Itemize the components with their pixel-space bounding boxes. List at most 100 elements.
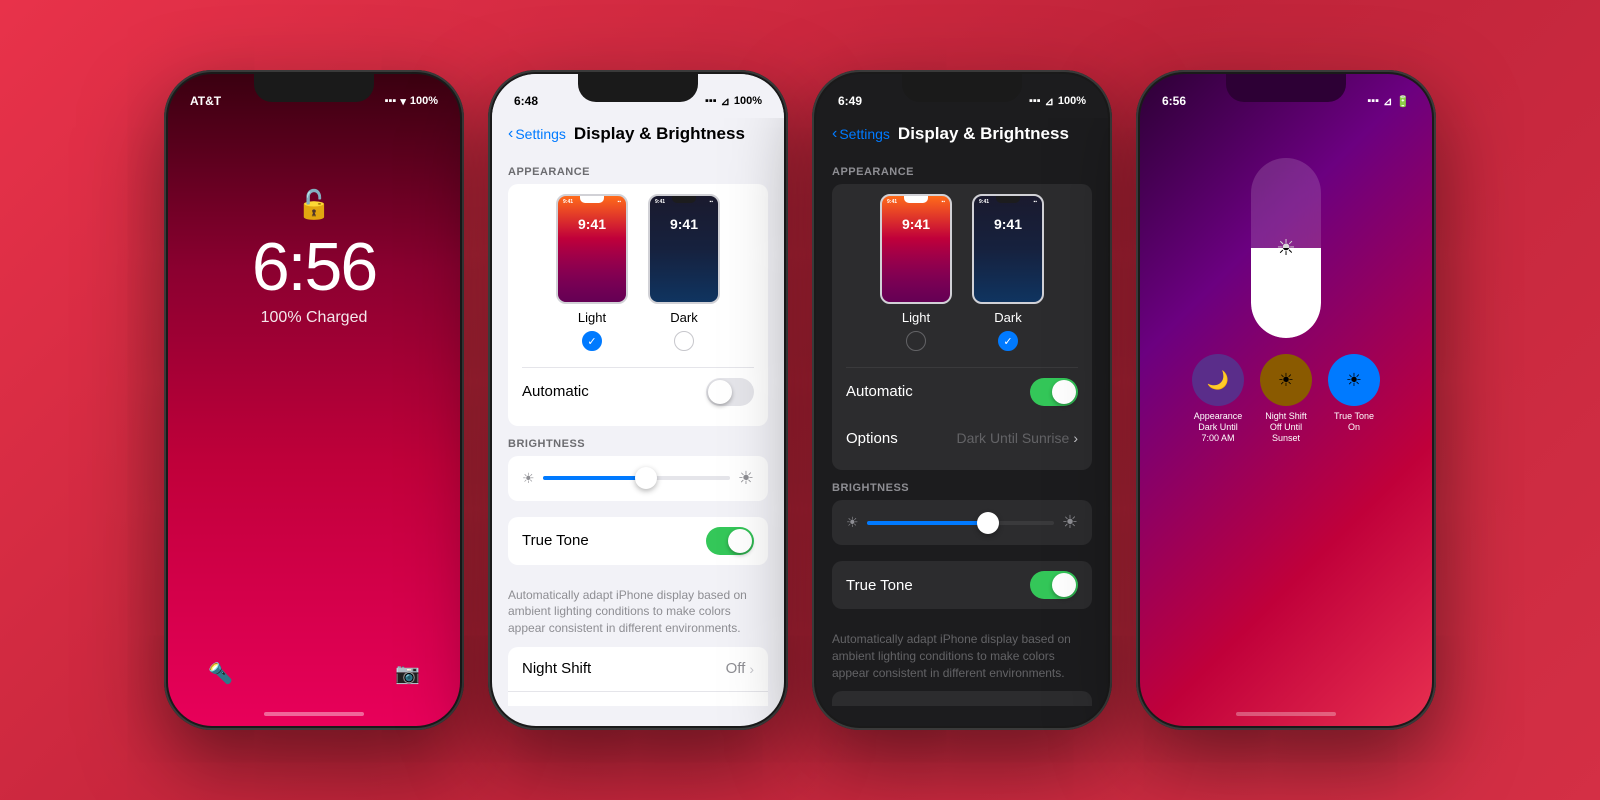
- lock-icon: 🔓: [297, 188, 332, 221]
- cc-nightshift-label: Night ShiftOff Until Sunset: [1256, 411, 1316, 443]
- flashlight-icon[interactable]: 🔦: [208, 661, 233, 686]
- brightness-fill: [1251, 248, 1321, 338]
- light-thumbnail-dark: 9:41▪▪ 9:41: [880, 194, 952, 304]
- options-chevron: ›: [1073, 430, 1078, 446]
- notch-4: [1226, 74, 1346, 102]
- automatic-label: Automatic: [522, 383, 589, 400]
- dark-thumbnail: 9:41▪▪ 9:41: [648, 194, 720, 304]
- autolock-value: 1 Minute: [688, 705, 746, 706]
- thumb-time-d2: 9:41: [882, 216, 950, 232]
- home-bar-4: [1236, 712, 1336, 716]
- automatic-label-dark: Automatic: [846, 383, 913, 400]
- cc-nightshift-button[interactable]: ☀ Night ShiftOff Until Sunset: [1256, 354, 1316, 443]
- appearance-row-dark: 9:41▪▪ 9:41 Light 9:41▪▪: [832, 184, 1092, 367]
- wifi-symbol: ⊿: [721, 95, 730, 108]
- signal-bars: ▪▪▪: [705, 95, 717, 107]
- options-row[interactable]: Options Dark Until Sunrise ›: [832, 416, 1092, 460]
- light-mode-card[interactable]: 9:41▪▪ 9:41 Light: [556, 194, 628, 351]
- lock-status: 100% Charged: [261, 309, 368, 327]
- page-title: Display & Brightness: [574, 124, 745, 144]
- nightshift-value: Off: [726, 660, 746, 677]
- battery-indicator: 100%: [410, 95, 438, 107]
- options-label: Options: [846, 430, 898, 447]
- light-thumbnail: 9:41▪▪ 9:41: [556, 194, 628, 304]
- slider-fill: [543, 476, 646, 480]
- cc-buttons-row: 🌙 AppearanceDark Until7:00 AM ☀ Night Sh…: [1192, 354, 1380, 443]
- light-mode-card-dark[interactable]: 9:41▪▪ 9:41 Light: [880, 194, 952, 351]
- signal-bars-4: ▪▪▪: [1367, 95, 1379, 107]
- brightness-track[interactable]: [543, 476, 730, 480]
- dark-radio-dark[interactable]: [998, 331, 1018, 351]
- status-icons-4: ▪▪▪ ⊿ 🔋: [1367, 95, 1410, 108]
- truetone-label: True Tone: [522, 532, 589, 549]
- truetone-toggle[interactable]: [706, 527, 754, 555]
- settings-nav-dark: ‹ Settings Display & Brightness: [816, 118, 1108, 154]
- brightness-section-dark: BRIGHTNESS: [816, 470, 1108, 500]
- signal-bars-3: ▪▪▪: [1029, 95, 1041, 107]
- thumb-time-d3: 9:41: [974, 216, 1042, 232]
- cc-truetone-circle: ☀: [1328, 354, 1380, 406]
- back-button[interactable]: ‹ Settings: [508, 125, 566, 143]
- brightness-track-dark[interactable]: [867, 521, 1054, 525]
- nightshift-chevron-dark: ›: [1073, 705, 1078, 706]
- misc-group-dark: Night Shift Off › Auto-Lock 1 Minute ›: [832, 691, 1092, 706]
- thumb-notch-d3: [996, 196, 1020, 203]
- cc-truetone-label: True ToneOn: [1334, 411, 1374, 433]
- appearance-row: 9:41▪▪ 9:41 Light 9:41▪▪: [508, 184, 768, 367]
- wifi-icon: ▾: [400, 95, 406, 108]
- light-radio-dark[interactable]: [906, 331, 926, 351]
- nightshift-group: Night Shift Off › Auto-Lock 1 Minute › R…: [508, 647, 768, 706]
- sun-center-icon: ☀: [1276, 235, 1296, 261]
- brightness-pill-wrapper: ☀: [1251, 158, 1321, 338]
- cc-nightshift-circle: ☀: [1260, 354, 1312, 406]
- status-time: 6:48: [514, 94, 538, 108]
- dark-mode-card-dark[interactable]: 9:41▪▪ 9:41 Dark: [972, 194, 1044, 351]
- autolock-value-row: 1 Minute ›: [688, 705, 754, 706]
- appearance-section-header: APPEARANCE: [492, 154, 784, 184]
- dark-mode-card[interactable]: 9:41▪▪ 9:41 Dark: [648, 194, 720, 351]
- brightness-section-dark: ☀ ☀: [816, 500, 1108, 545]
- dark-label: Dark: [670, 310, 697, 325]
- nightshift-value-row-dark: Off ›: [1050, 705, 1078, 706]
- brightness-slider-row-dark: ☀ ☀: [832, 500, 1092, 545]
- dark-label-dark: Dark: [994, 310, 1021, 325]
- dark-radio[interactable]: [674, 331, 694, 351]
- options-value: Dark Until Sunrise: [957, 430, 1070, 446]
- wifi-symbol-4: ⊿: [1383, 95, 1392, 108]
- slider-thumb-dark[interactable]: [977, 512, 999, 534]
- light-label: Light: [578, 310, 606, 325]
- cc-appearance-button[interactable]: 🌙 AppearanceDark Until7:00 AM: [1192, 354, 1244, 443]
- back-button-dark[interactable]: ‹ Settings: [832, 125, 890, 143]
- slider-thumb[interactable]: [635, 467, 657, 489]
- home-bar: [264, 712, 364, 716]
- automatic-row: Automatic: [508, 368, 768, 416]
- brightness-pill[interactable]: ☀: [1251, 158, 1321, 338]
- thumb-overlay-d2: [882, 238, 950, 302]
- status-icons-3: ▪▪▪ ⊿ 100%: [1029, 95, 1086, 108]
- truetone-toggle-dark[interactable]: [1030, 571, 1078, 599]
- battery-status: 100%: [734, 95, 762, 107]
- automatic-row-dark: Automatic: [832, 368, 1092, 416]
- cc-appearance-circle: 🌙: [1192, 354, 1244, 406]
- nightshift-value-dark: Off: [1050, 705, 1070, 706]
- chevron-icon-2: ›: [749, 705, 754, 706]
- page-title-dark: Display & Brightness: [898, 124, 1069, 144]
- truetone-knob-dark: [1052, 573, 1076, 597]
- autolock-row[interactable]: Auto-Lock 1 Minute ›: [508, 691, 768, 706]
- automatic-toggle[interactable]: [706, 378, 754, 406]
- appearance-section-header-dark: APPEARANCE: [816, 154, 1108, 184]
- automatic-toggle-dark[interactable]: [1030, 378, 1078, 406]
- status-icons: ▪▪▪ ⊿ 100%: [705, 95, 762, 108]
- thumb-overlay: [558, 238, 626, 302]
- lock-screen: 🔓 6:56 100% Charged: [168, 118, 460, 726]
- light-radio[interactable]: [582, 331, 602, 351]
- dark-thumbnail-dark: 9:41▪▪ 9:41: [972, 194, 1044, 304]
- chevron-left-icon: ‹: [508, 125, 513, 143]
- control-center: ☀ 🌙 AppearanceDark Until7:00 AM ☀ Night …: [1140, 118, 1432, 726]
- cc-truetone-button[interactable]: ☀ True ToneOn: [1328, 354, 1380, 443]
- slider-fill-dark: [867, 521, 989, 525]
- status-time-4: 6:56: [1162, 94, 1186, 108]
- camera-icon[interactable]: 📷: [395, 661, 420, 686]
- nightshift-row[interactable]: Night Shift Off ›: [508, 647, 768, 691]
- nightshift-row-dark[interactable]: Night Shift Off ›: [832, 691, 1092, 706]
